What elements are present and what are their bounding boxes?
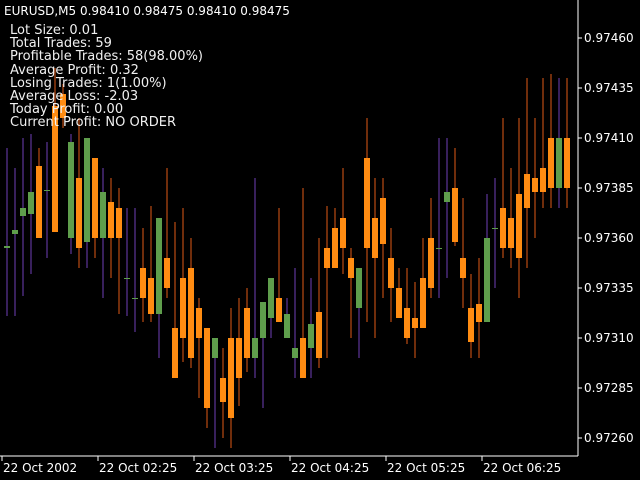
x-axis-ticks: 22 Oct 2002 22 Oct 02:25 22 Oct 03:25 22 Oc… <box>1 456 561 475</box>
candle-body <box>92 158 98 238</box>
candle-body <box>116 208 122 238</box>
stats-panel: Lot Size: 0.01 Total Trades: 59 Profitab… <box>10 24 203 130</box>
y-tick-label: 0.97460 <box>584 31 634 45</box>
candle-body <box>380 198 386 244</box>
candle-body <box>356 268 362 308</box>
stat-average-profit: Average Profit: 0.32 <box>10 62 139 78</box>
candle-body <box>420 278 426 328</box>
candle-body <box>228 338 234 418</box>
candle-body <box>556 138 562 188</box>
y-tick-label: 0.97260 <box>584 431 634 445</box>
candle-body <box>140 268 146 298</box>
x-tick-label: 22 Oct 03:25 <box>195 461 273 475</box>
candle-body <box>308 324 314 348</box>
y-tick-label: 0.97285 <box>584 381 634 395</box>
stat-current-profit: Current Profit: NO ORDER <box>10 115 176 131</box>
candle-body <box>564 138 570 188</box>
y-tick-label: 0.97335 <box>584 281 634 295</box>
candle-body <box>316 312 322 358</box>
candle-body <box>324 248 330 268</box>
candle-body <box>340 218 346 248</box>
ohlc-label: 0.98410 0.98475 0.98410 0.98475 <box>79 4 290 18</box>
candle-body <box>164 258 170 288</box>
candle-body <box>548 138 554 188</box>
candle-body <box>348 258 354 278</box>
x-tick-label: 22 Oct 02:25 <box>99 461 177 475</box>
candle-body <box>516 194 522 258</box>
candle-body <box>108 202 114 238</box>
y-tick-label: 0.97360 <box>584 231 634 245</box>
candle-body <box>100 192 106 238</box>
candle-body <box>36 166 42 238</box>
candle-body <box>260 302 266 338</box>
candle-body <box>44 190 50 191</box>
candle-body <box>460 258 466 278</box>
candle-body <box>364 158 370 248</box>
candle-body <box>84 138 90 242</box>
candle-body <box>28 192 34 214</box>
candle-body <box>268 278 274 318</box>
x-tick-label: 22 Oct 04:25 <box>291 461 369 475</box>
candle-body <box>484 238 490 322</box>
candle-body <box>132 298 138 299</box>
chart-header: EURUSD,M5 0.98410 0.98475 0.98410 0.9847… <box>4 4 290 18</box>
candle-body <box>508 218 514 248</box>
candle-body <box>396 288 402 318</box>
candle-body <box>68 142 74 238</box>
candle-body <box>196 308 202 338</box>
candle-body <box>428 238 434 288</box>
candle-body <box>532 178 538 192</box>
candle-body <box>412 318 418 328</box>
candle-body <box>540 168 546 192</box>
candle-body <box>372 218 378 258</box>
candle-body <box>180 278 186 338</box>
chart-window: 0.97460 0.97435 0.97410 0.97385 0.97360 0.973… <box>0 0 640 480</box>
candle-body <box>188 268 194 358</box>
x-tick-label: 22 Oct 2002 <box>3 461 77 475</box>
candle-body <box>468 308 474 342</box>
candle-body <box>476 304 482 322</box>
candle-body <box>220 378 226 402</box>
candle-body <box>76 178 82 248</box>
candle-body <box>332 228 338 268</box>
candle-body <box>492 228 498 229</box>
candle-body <box>404 308 410 338</box>
candle-body <box>452 188 458 242</box>
candle-body <box>524 174 530 208</box>
candle-body <box>252 338 258 358</box>
candle-body <box>236 338 242 378</box>
y-tick-label: 0.97310 <box>584 331 634 345</box>
candle-body <box>204 328 210 408</box>
candle-body <box>156 218 162 314</box>
y-tick-label: 0.97410 <box>584 131 634 145</box>
y-tick-label: 0.97435 <box>584 81 634 95</box>
y-axis-ticks: 0.97460 0.97435 0.97410 0.97385 0.97360 0.973… <box>578 31 634 445</box>
candle-body <box>292 348 298 358</box>
candle-body <box>172 328 178 378</box>
candle-body <box>388 258 394 288</box>
candle-body <box>300 338 306 378</box>
candle-body <box>12 230 18 234</box>
candle-body <box>444 192 450 202</box>
x-tick-label: 22 Oct 05:25 <box>387 461 465 475</box>
candle-body <box>124 278 130 279</box>
x-tick-label: 22 Oct 06:25 <box>483 461 561 475</box>
stat-profitable-trades: Profitable Trades: 58(98.00%) <box>10 49 204 65</box>
candle-body <box>436 248 442 249</box>
candle-body <box>244 308 250 358</box>
candle-body <box>4 246 10 248</box>
candle-body <box>500 208 506 248</box>
candle-body <box>20 208 26 216</box>
candle-body <box>276 298 282 322</box>
candle-body <box>284 314 290 338</box>
y-tick-label: 0.97385 <box>584 181 634 195</box>
candle-body <box>212 338 218 358</box>
candle-body <box>148 278 154 314</box>
symbol-label: EURUSD,M5 <box>4 4 77 18</box>
